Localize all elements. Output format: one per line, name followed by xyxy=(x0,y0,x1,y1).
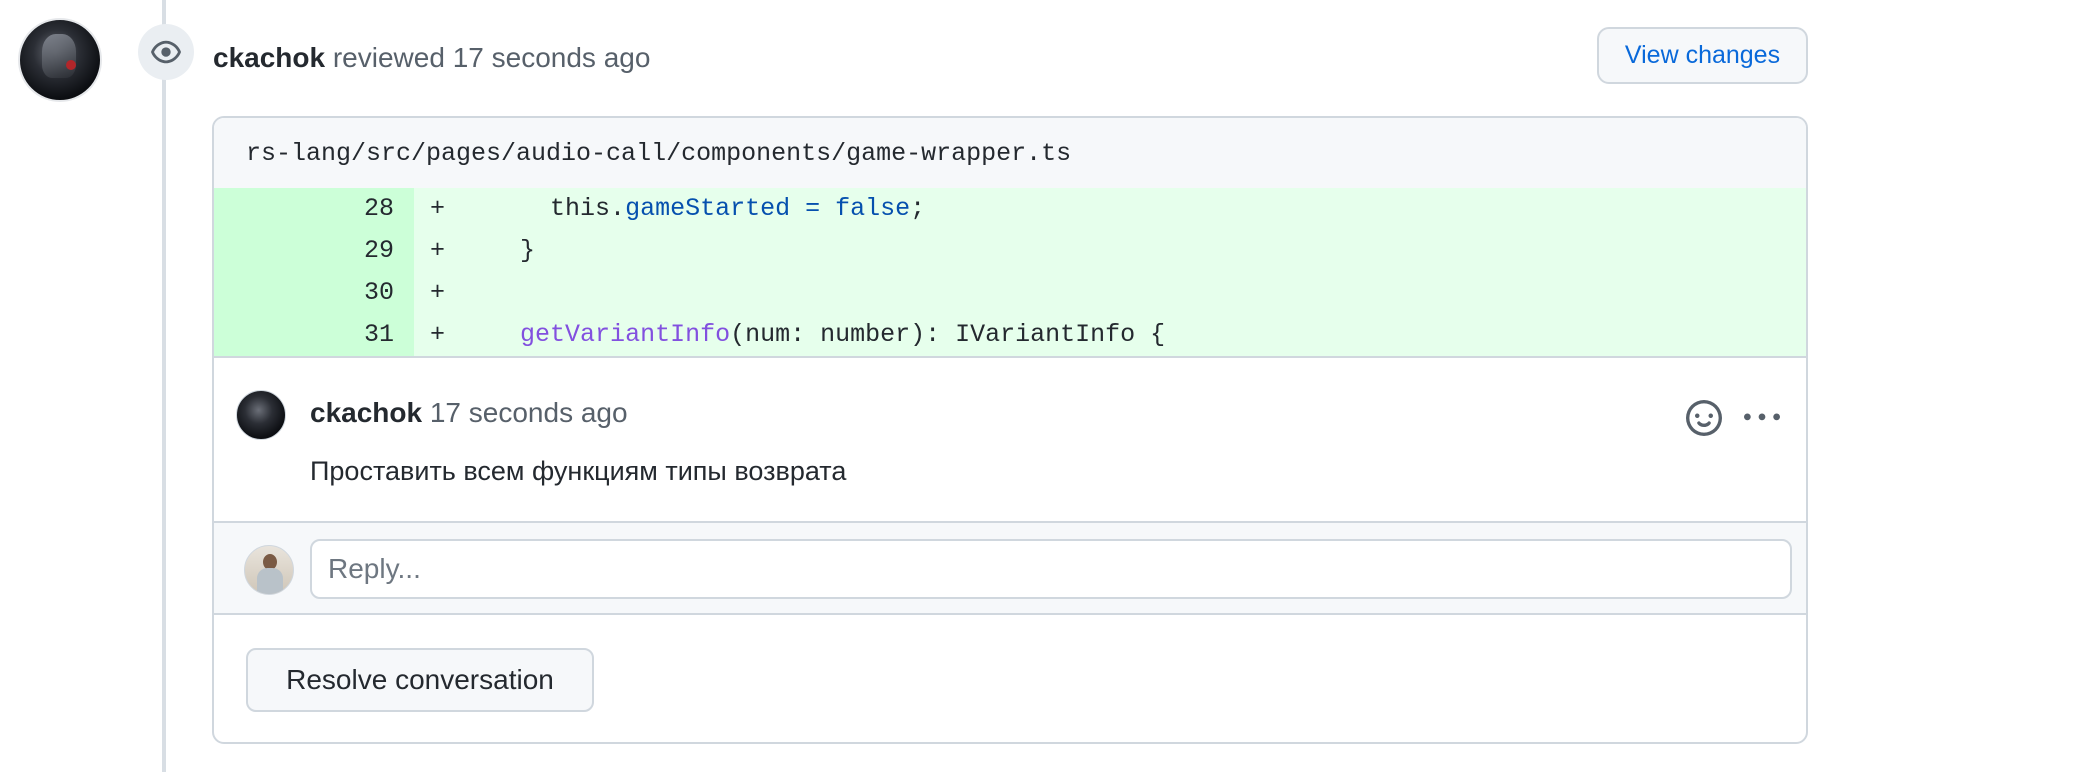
review-action: reviewed xyxy=(332,42,445,73)
comment-header: ckachok 17 seconds ago xyxy=(310,396,628,430)
comment-body: Проставить всем функциям типы возврата xyxy=(310,456,847,486)
diff-sign: + xyxy=(430,320,446,349)
code-function: getVariantInfo xyxy=(520,320,731,349)
reply-input[interactable] xyxy=(310,539,1792,599)
reply-bar xyxy=(214,521,1806,615)
line-number[interactable]: 30 xyxy=(214,272,414,314)
resolve-conversation-button[interactable]: Resolve conversation xyxy=(246,648,594,712)
diff-sign: + xyxy=(430,236,446,265)
timeline-line xyxy=(162,0,166,772)
diff-line: 31 + getVariantInfo(num: number): IVaria… xyxy=(214,314,1806,356)
code-line: + getVariantInfo(num: number): IVariantI… xyxy=(414,314,1806,356)
code-property: gameStarted = false xyxy=(625,194,911,223)
smiley-icon[interactable] xyxy=(1682,396,1726,440)
code-plain: } xyxy=(520,236,536,265)
review-header: ckachok reviewed 17 seconds ago xyxy=(213,40,650,76)
comment-time[interactable]: 17 seconds ago xyxy=(430,397,628,428)
comment-author-name[interactable]: ckachok xyxy=(310,397,422,428)
diff-line: 28 + this.gameStarted = false; xyxy=(214,188,1806,230)
eye-icon xyxy=(138,24,194,80)
review-author-name[interactable]: ckachok xyxy=(213,42,325,73)
diff-sign: + xyxy=(430,194,446,223)
review-comment: ckachok 17 seconds ago Проставить всем ф… xyxy=(214,356,1806,521)
diff-sign: + xyxy=(430,278,446,307)
file-path[interactable]: rs-lang/src/pages/audio-call/components/… xyxy=(214,118,1806,188)
kebab-horizontal-icon[interactable] xyxy=(1740,396,1784,440)
code-line: + this.gameStarted = false; xyxy=(414,188,1806,230)
diff-line: 29 + } xyxy=(214,230,1806,272)
code-plain: (num: number): IVariantInfo { xyxy=(730,320,1166,349)
comment-author-avatar[interactable] xyxy=(236,390,286,440)
diff-line: 30 + xyxy=(214,272,1806,314)
line-number[interactable]: 31 xyxy=(214,314,414,356)
code-plain: this. xyxy=(550,194,626,223)
view-changes-button[interactable]: View changes xyxy=(1597,27,1808,84)
current-user-avatar xyxy=(244,545,294,595)
code-line: + xyxy=(414,272,1806,314)
line-number[interactable]: 28 xyxy=(214,188,414,230)
review-author-avatar[interactable] xyxy=(18,18,102,102)
review-time[interactable]: 17 seconds ago xyxy=(453,42,651,73)
code-line: + } xyxy=(414,230,1806,272)
review-thread: rs-lang/src/pages/audio-call/components/… xyxy=(212,116,1808,744)
line-number[interactable]: 29 xyxy=(214,230,414,272)
code-plain: ; xyxy=(910,194,926,223)
